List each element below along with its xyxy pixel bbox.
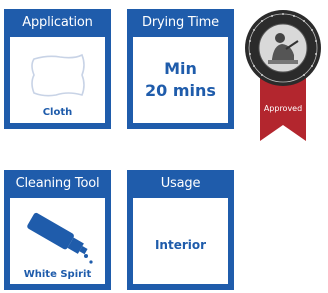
drying-time-tile: Drying Time Min 20 mins	[127, 9, 234, 129]
application-value: Cloth	[42, 107, 73, 118]
drying-time-min: Min	[164, 59, 197, 78]
usage-title: Usage	[160, 176, 201, 191]
cleaning-tool-title: Cleaning Tool	[15, 176, 100, 191]
usage-value: Interior	[154, 238, 207, 252]
seal-icon	[245, 10, 321, 141]
application-title: Application	[22, 15, 93, 30]
application-tile: Application Cloth	[4, 9, 111, 129]
cleaning-tool-body: White Spirit	[10, 198, 105, 284]
drying-time-body: Min 20 mins	[133, 37, 228, 123]
application-body: Cloth	[10, 37, 105, 123]
drying-time-title: Drying Time	[142, 15, 219, 30]
usage-body: Interior	[133, 198, 228, 284]
cleaning-tool-value: White Spirit	[23, 269, 92, 280]
drying-time-value: 20 mins	[145, 81, 216, 100]
brush-icon	[27, 212, 93, 264]
cleaning-tool-tile: Cleaning Tool White Spirit	[4, 170, 111, 290]
guild-approved-badge: Approved	[242, 7, 324, 147]
cloth-icon	[31, 53, 85, 97]
usage-tile: Usage Interior	[127, 170, 234, 290]
badge-label: Approved	[263, 104, 303, 113]
